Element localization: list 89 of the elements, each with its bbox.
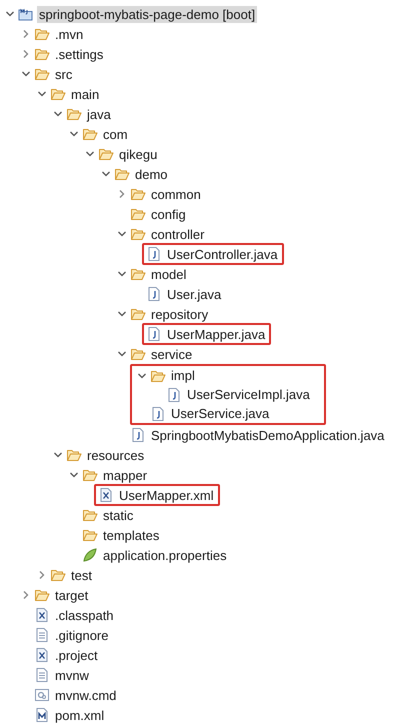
chevron-down-icon[interactable] <box>53 109 63 119</box>
file-label[interactable]: pom.xml <box>53 706 106 724</box>
folder-icon <box>82 467 98 483</box>
chevron-down-icon[interactable] <box>117 309 127 319</box>
folder-label[interactable]: model <box>149 266 188 282</box>
folder-label[interactable]: target <box>53 586 90 604</box>
folder-label[interactable]: service <box>149 346 194 362</box>
project-folder-icon <box>18 6 34 22</box>
folder-label[interactable]: test <box>69 566 94 584</box>
folder-label[interactable]: com <box>101 126 130 142</box>
folder-label[interactable]: common <box>149 186 203 202</box>
xml-file-icon <box>34 647 50 663</box>
chevron-down-icon[interactable] <box>37 89 47 99</box>
java-file-icon <box>146 326 162 342</box>
file-label[interactable]: User.java <box>165 286 224 302</box>
folder-label[interactable]: src <box>53 66 74 82</box>
folder-icon <box>82 507 98 523</box>
chevron-right-icon[interactable] <box>21 29 31 39</box>
folder-icon <box>82 527 98 543</box>
folder-label[interactable]: repository <box>149 306 210 322</box>
text-file-icon <box>34 627 50 643</box>
file-label[interactable]: .gitignore <box>53 626 110 644</box>
folder-icon <box>66 447 82 463</box>
file-label[interactable]: SpringbootMybatisDemoApplication.java <box>149 426 386 444</box>
folder-icon <box>50 86 66 102</box>
folder-label[interactable]: .mvn <box>53 26 86 42</box>
folder-label[interactable]: demo <box>133 166 170 182</box>
chevron-down-icon[interactable] <box>69 129 79 139</box>
file-label[interactable]: mvnw <box>53 666 91 684</box>
java-file-icon <box>130 427 146 443</box>
folder-icon <box>98 146 114 162</box>
maven-file-icon <box>34 707 50 723</box>
chevron-down-icon[interactable] <box>5 9 15 19</box>
chevron-down-icon[interactable] <box>101 169 111 179</box>
file-label[interactable]: UserServiceImpl.java <box>185 386 312 403</box>
java-file-icon <box>150 406 166 422</box>
folder-icon <box>130 306 146 322</box>
file-label[interactable]: UserController.java <box>165 246 280 262</box>
folder-label[interactable]: main <box>69 86 102 102</box>
chevron-right-icon[interactable] <box>117 189 127 199</box>
java-file-icon <box>166 386 182 402</box>
folder-label[interactable]: templates <box>101 526 162 544</box>
folder-label[interactable]: config <box>149 206 188 222</box>
folder-icon <box>50 567 66 583</box>
leaf-icon <box>82 547 98 563</box>
chevron-down-icon[interactable] <box>53 450 63 460</box>
folder-icon <box>130 346 146 362</box>
folder-icon <box>34 26 50 42</box>
chevron-down-icon[interactable] <box>69 470 79 480</box>
folder-label[interactable]: static <box>101 506 136 524</box>
folder-label[interactable]: qikegu <box>117 146 160 162</box>
folder-icon <box>34 587 50 603</box>
chevron-right-icon[interactable] <box>21 590 31 600</box>
folder-icon <box>34 46 50 62</box>
file-label[interactable]: mvnw.cmd <box>53 686 118 704</box>
chevron-down-icon[interactable] <box>117 269 127 279</box>
file-label[interactable]: .project <box>53 646 100 664</box>
folder-label[interactable]: resources <box>85 446 146 464</box>
text-file-icon <box>34 667 50 683</box>
java-file-icon <box>146 246 162 262</box>
folder-icon <box>82 126 98 142</box>
xml-file-icon <box>34 607 50 623</box>
chevron-down-icon[interactable] <box>137 370 147 380</box>
project-label[interactable]: springboot-mybatis-page-demo [boot] <box>37 6 258 22</box>
chevron-right-icon[interactable] <box>37 570 47 580</box>
folder-label[interactable]: impl <box>169 367 197 384</box>
file-label[interactable]: UserService.java <box>169 405 272 422</box>
folder-icon <box>130 226 146 242</box>
xml-file-icon <box>98 487 114 503</box>
chevron-down-icon[interactable] <box>117 349 127 359</box>
folder-label[interactable]: java <box>85 106 113 122</box>
chevron-down-icon[interactable] <box>21 69 31 79</box>
folder-icon <box>114 166 130 182</box>
file-label[interactable]: .classpath <box>53 606 116 624</box>
chevron-down-icon[interactable] <box>85 149 95 159</box>
folder-icon <box>130 266 146 282</box>
folder-icon <box>34 66 50 82</box>
chevron-down-icon[interactable] <box>117 229 127 239</box>
java-file-icon <box>146 286 162 302</box>
file-label[interactable]: UserMapper.java <box>165 326 268 342</box>
folder-label[interactable]: .settings <box>53 46 106 62</box>
folder-icon <box>66 106 82 122</box>
folder-icon <box>130 206 146 222</box>
file-label[interactable]: UserMapper.xml <box>117 486 216 504</box>
folder-label[interactable]: controller <box>149 226 206 242</box>
folder-label[interactable]: mapper <box>101 466 150 484</box>
file-label[interactable]: application.properties <box>101 546 229 564</box>
chevron-right-icon[interactable] <box>21 49 31 59</box>
folder-icon <box>130 186 146 202</box>
